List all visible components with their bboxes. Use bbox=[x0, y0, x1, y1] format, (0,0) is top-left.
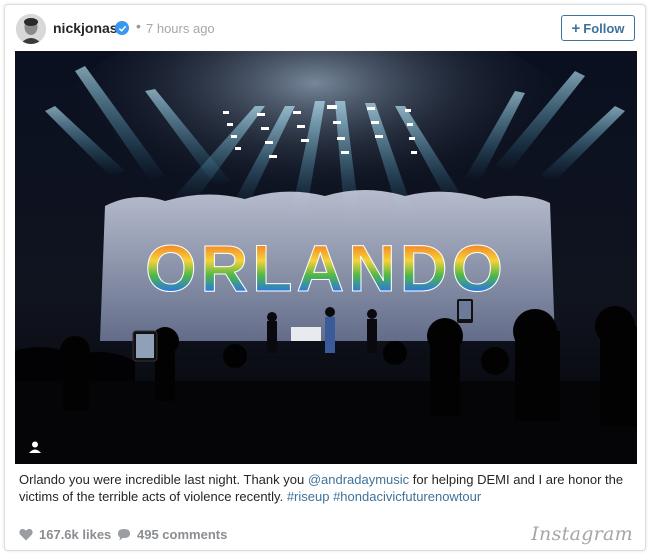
hashtag-link-riseup[interactable]: #riseup bbox=[287, 489, 330, 504]
likes-label: 167.6k likes bbox=[39, 527, 112, 542]
follow-label: Follow bbox=[583, 20, 625, 36]
post-header: nickjonas • 7 hours ago + Follow bbox=[5, 5, 645, 51]
instagram-post-card: nickjonas • 7 hours ago + Follow ORLANDO… bbox=[4, 4, 646, 551]
post-photo[interactable]: ORLANDO bbox=[15, 51, 637, 464]
verified-badge-icon bbox=[115, 21, 129, 35]
banner-text: ORLANDO bbox=[145, 231, 507, 305]
comment-icon bbox=[118, 529, 130, 541]
avatar[interactable] bbox=[16, 14, 46, 44]
separator-dot: • bbox=[136, 18, 141, 34]
plus-icon: + bbox=[571, 19, 581, 37]
post-footer: 167.6k likes 495 comments Instagram bbox=[5, 515, 645, 549]
mention-link[interactable]: @andradaymusic bbox=[308, 472, 409, 487]
comments-label: 495 comments bbox=[137, 527, 228, 542]
heart-icon bbox=[19, 528, 33, 541]
user-tag-icon[interactable] bbox=[28, 440, 42, 454]
hashtag-link-tour[interactable]: #hondacivicfuturenowtour bbox=[333, 489, 481, 504]
follow-button[interactable]: + Follow bbox=[561, 15, 635, 41]
caption-text-1: Orlando you were incredible last night. … bbox=[19, 472, 308, 487]
username-link[interactable]: nickjonas bbox=[53, 20, 118, 36]
likes-count[interactable]: 167.6k likes bbox=[19, 527, 111, 542]
comments-count[interactable]: 495 comments bbox=[117, 527, 227, 542]
instagram-logo[interactable]: Instagram bbox=[531, 523, 633, 545]
post-timestamp[interactable]: 7 hours ago bbox=[146, 21, 215, 36]
post-caption: Orlando you were incredible last night. … bbox=[19, 471, 631, 505]
